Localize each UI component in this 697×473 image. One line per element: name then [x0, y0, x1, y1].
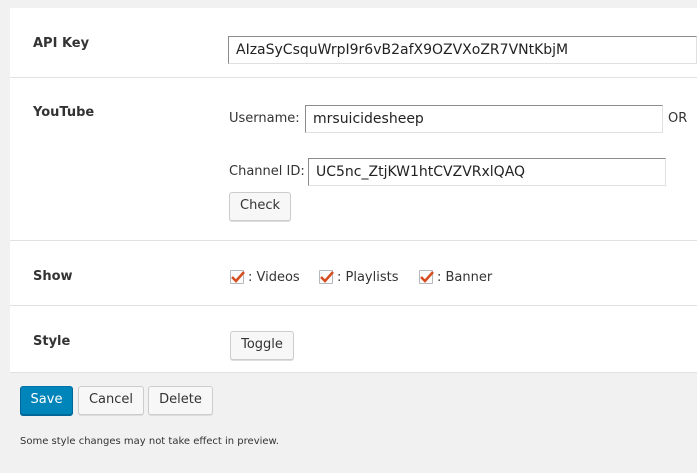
check-button[interactable]: Check: [229, 192, 291, 221]
playlists-label: : Playlists: [337, 270, 399, 285]
username-label: Username:: [229, 111, 300, 126]
playlists-checkbox[interactable]: [319, 270, 334, 284]
youtube-row: YouTube Username: mrsuicidesheep OR Chan…: [10, 78, 697, 241]
channel-id-input[interactable]: UC5nc_ZtjKW1htCVZVRxlQAQ: [308, 158, 666, 186]
checkmark-icon: [231, 271, 245, 283]
cancel-button[interactable]: Cancel: [78, 386, 144, 415]
checkmark-icon: [420, 271, 434, 283]
videos-checkbox[interactable]: [230, 270, 245, 284]
checkmark-icon: [320, 271, 334, 283]
banner-checkbox[interactable]: [419, 270, 434, 284]
videos-label: : Videos: [248, 270, 300, 285]
toggle-button[interactable]: Toggle: [230, 331, 294, 360]
show-row: Show : Videos : Playlists : Banner: [10, 241, 697, 306]
delete-button[interactable]: Delete: [148, 386, 213, 415]
preview-note: Some style changes may not take effect i…: [20, 436, 279, 447]
banner-label: : Banner: [437, 270, 493, 285]
show-label: Show: [33, 269, 73, 284]
api-key-row: API Key AIzaSyCsquWrpI9r6vB2afX9OZVXoZR7…: [10, 8, 697, 78]
style-label: Style: [33, 334, 71, 349]
api-key-input[interactable]: AIzaSyCsquWrpI9r6vB2afX9OZVXoZR7VNtKbjM: [228, 36, 697, 64]
username-input[interactable]: mrsuicidesheep: [305, 105, 663, 133]
youtube-label: YouTube: [33, 105, 95, 120]
or-text: OR: [668, 111, 688, 126]
api-key-label: API Key: [33, 36, 90, 51]
settings-panel: API Key AIzaSyCsquWrpI9r6vB2afX9OZVXoZR7…: [10, 8, 697, 373]
channel-id-label: Channel ID:: [229, 164, 305, 179]
save-button[interactable]: Save: [20, 386, 73, 415]
style-row: Style Toggle: [10, 306, 697, 373]
